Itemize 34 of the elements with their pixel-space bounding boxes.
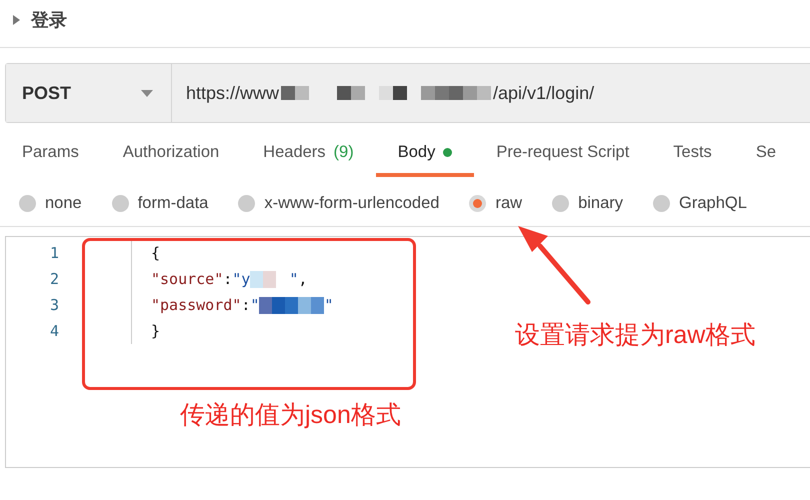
radio-button[interactable]	[653, 194, 670, 212]
radio-button[interactable]	[238, 194, 256, 212]
radio-button[interactable]	[19, 194, 36, 212]
request-name: 登录	[31, 9, 67, 32]
radio-button[interactable]	[469, 194, 486, 212]
code-line: "source":"y ",	[151, 270, 308, 288]
tab[interactable]: Pre-request Script	[474, 131, 652, 177]
tab[interactable]: Se	[734, 131, 798, 177]
line-number: 1	[48, 244, 59, 262]
code-line: }	[151, 322, 160, 340]
annotation-text: 设置请求提为raw格式	[515, 320, 756, 351]
tab[interactable]: Authorization	[100, 131, 242, 177]
tab[interactable]: Body	[376, 131, 474, 177]
radio-button[interactable]	[112, 194, 129, 212]
annotation-text: 传递的值为json格式	[180, 400, 401, 431]
caret-right-icon[interactable]	[12, 15, 21, 25]
tab[interactable]: Tests	[651, 131, 734, 177]
code-line: "password":" "	[151, 296, 334, 314]
body-type-option[interactable]: raw	[469, 191, 522, 215]
body-type-option[interactable]: GraphQL	[653, 191, 747, 215]
tab[interactable]: Params	[0, 131, 101, 177]
tab[interactable]: Headers (9)	[241, 131, 376, 177]
body-type-option[interactable]: form-data	[112, 191, 208, 215]
radio-button[interactable]	[552, 194, 570, 212]
line-number: 2	[48, 270, 59, 288]
body-type-option[interactable]: binary	[552, 191, 624, 215]
body-type-option[interactable]: x-www-form-urlencoded	[238, 191, 440, 215]
line-number: 3	[48, 296, 59, 314]
body-type-option[interactable]: none	[19, 191, 82, 215]
arrow-icon	[518, 226, 590, 304]
redaction-blocks	[259, 296, 324, 314]
code-line: {	[151, 244, 160, 262]
line-number: 4	[48, 322, 59, 340]
tab-count: (9)	[334, 142, 354, 162]
